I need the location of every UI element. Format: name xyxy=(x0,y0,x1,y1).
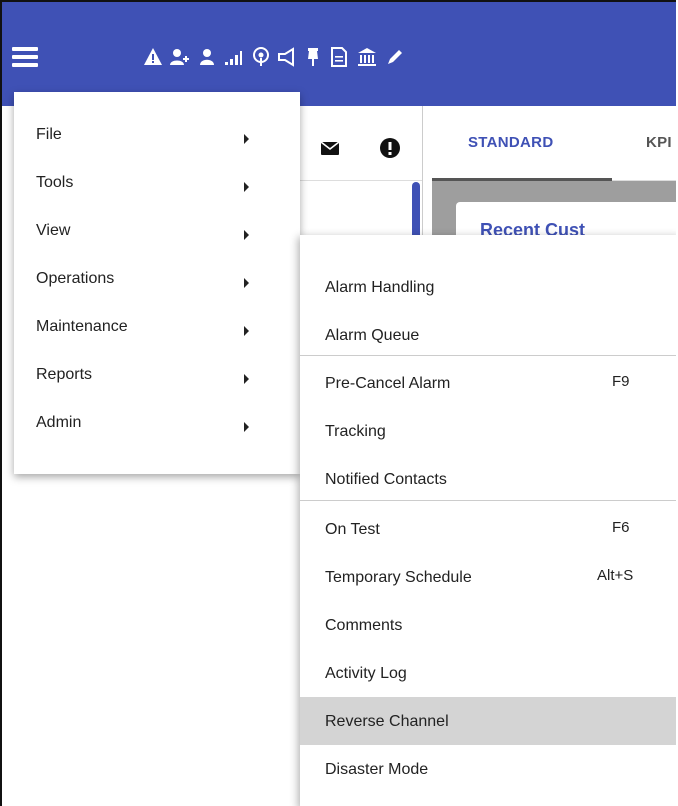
submenu-item-label: On Test xyxy=(325,521,380,538)
menu-item-tools[interactable]: Tools xyxy=(14,166,300,214)
caret-right-icon xyxy=(244,374,249,384)
submenu-item-label: Pre-Cancel Alarm xyxy=(325,375,451,392)
tab-bar: STANDARD KPI xyxy=(432,106,676,181)
submenu-item-label: Disaster Mode xyxy=(325,761,429,778)
tab-kpi[interactable]: KPI xyxy=(646,134,672,151)
submenu-item-alarm-queue[interactable]: Alarm Queue xyxy=(300,311,676,359)
menu-item-file[interactable]: File xyxy=(14,118,300,166)
submenu-item-reverse-channel[interactable]: Reverse Channel xyxy=(300,697,676,745)
submenu-item-label: Activity Log xyxy=(325,665,407,682)
submenu-item-label: Temporary Schedule xyxy=(325,569,472,586)
submenu-item-temporary-schedule[interactable]: Temporary Schedule Alt+S xyxy=(300,553,676,601)
caret-right-icon xyxy=(244,422,249,432)
menu-item-label: File xyxy=(36,126,62,143)
submenu-item-on-test[interactable]: On Test F6 xyxy=(300,505,676,553)
app-window: STANDARD KPI Recent Cust File Tools View… xyxy=(0,0,676,806)
user-icon[interactable] xyxy=(196,46,218,68)
document-icon[interactable] xyxy=(328,46,350,68)
panel-icon-strip xyxy=(298,106,422,181)
alert-triangle-icon[interactable] xyxy=(142,46,164,68)
hamburger-icon[interactable] xyxy=(12,47,38,67)
submenu-item-label: Tracking xyxy=(325,423,386,440)
menu-item-label: Maintenance xyxy=(36,318,128,335)
pencil-icon[interactable] xyxy=(384,46,406,68)
envelope-icon[interactable] xyxy=(318,136,342,160)
menu-item-label: Tools xyxy=(36,174,74,191)
caret-right-icon xyxy=(244,326,249,336)
menu-item-maintenance[interactable]: Maintenance xyxy=(14,310,300,358)
signal-icon[interactable] xyxy=(222,46,244,68)
tab-standard[interactable]: STANDARD xyxy=(468,134,553,151)
menu-item-admin[interactable]: Admin xyxy=(14,406,300,454)
top-toolbar xyxy=(2,2,676,106)
shortcut-label: F6 xyxy=(612,519,630,536)
caret-right-icon xyxy=(244,278,249,288)
add-user-icon[interactable] xyxy=(168,46,190,68)
menu-item-reports[interactable]: Reports xyxy=(14,358,300,406)
menu-item-label: Admin xyxy=(36,414,82,431)
menu-item-view[interactable]: View xyxy=(14,214,300,262)
submenu-item-label: Alarm Queue xyxy=(325,327,420,344)
caret-right-icon xyxy=(244,182,249,192)
menu-item-label: Reports xyxy=(36,366,93,383)
submenu-item-alarm-handling[interactable]: Alarm Handling xyxy=(300,263,676,311)
operations-submenu: Alarm Handling Alarm Queue Pre-Cancel Al… xyxy=(300,235,676,806)
menu-item-operations[interactable]: Operations xyxy=(14,262,300,310)
menu-divider xyxy=(300,500,676,501)
main-menu: File Tools View Operations Maintenance R… xyxy=(14,92,300,474)
pin-icon[interactable] xyxy=(302,46,324,68)
submenu-item-pre-cancel-alarm[interactable]: Pre-Cancel Alarm F9 xyxy=(300,359,676,407)
submenu-item-tracking[interactable]: Tracking xyxy=(300,407,676,455)
submenu-item-label: Notified Contacts xyxy=(325,471,447,488)
submenu-item-comments[interactable]: Comments xyxy=(300,601,676,649)
menu-divider xyxy=(300,355,676,356)
submenu-item-label: Alarm Handling xyxy=(325,279,435,296)
menu-item-label: View xyxy=(36,222,71,239)
shortcut-label: Alt+S xyxy=(597,567,634,584)
menu-item-label: Operations xyxy=(36,270,115,287)
shortcut-label: F9 xyxy=(612,373,630,390)
submenu-item-disaster-mode[interactable]: Disaster Mode xyxy=(300,745,676,793)
submenu-item-activity-log[interactable]: Activity Log xyxy=(300,649,676,697)
bank-icon[interactable] xyxy=(356,46,378,68)
podcast-icon[interactable] xyxy=(250,46,272,68)
submenu-item-notified-contacts[interactable]: Notified Contacts xyxy=(300,455,676,503)
megaphone-icon[interactable] xyxy=(276,46,298,68)
exclamation-icon[interactable] xyxy=(378,136,402,160)
caret-right-icon xyxy=(244,230,249,240)
submenu-item-label: Comments xyxy=(325,617,403,634)
submenu-item-label: Reverse Channel xyxy=(325,713,449,730)
caret-right-icon xyxy=(244,134,249,144)
